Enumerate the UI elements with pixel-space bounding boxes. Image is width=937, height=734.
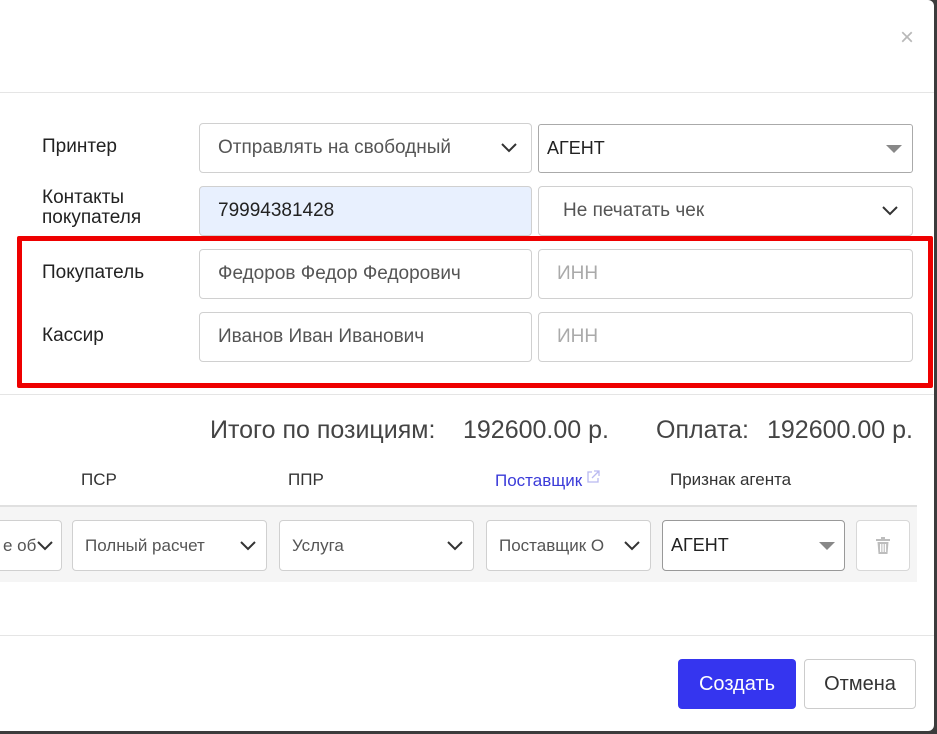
receipt-print-value: Не печатать чек — [563, 200, 705, 221]
dialog: × Принтер Отправлять на свободный АГЕНТ … — [0, 0, 934, 731]
buyer-contacts-input[interactable]: 79994381428 — [199, 186, 532, 236]
footer-divider — [0, 635, 934, 636]
ppr-select[interactable]: Услуга — [279, 520, 474, 571]
chevron-down-icon — [624, 540, 640, 550]
external-link-icon[interactable] — [586, 470, 600, 484]
highlight-box — [17, 236, 933, 388]
caret-down-icon — [886, 144, 902, 153]
chevron-down-icon — [240, 540, 256, 550]
psr-value: Полный расчет — [85, 535, 205, 555]
positions-total-label: Итого по позициям: — [210, 416, 436, 444]
printer-select[interactable]: Отправлять на свободный — [199, 123, 532, 173]
row-cut-select[interactable]: е об — [0, 520, 62, 571]
ppr-value: Услуга — [292, 535, 344, 555]
payment-value: 192600.00 р. — [767, 416, 913, 444]
close-icon[interactable]: × — [893, 24, 921, 52]
row-cut-value: е об — [3, 535, 37, 555]
contacts-label: Контакты покупателя — [42, 188, 141, 228]
agent-select-value: АГЕНТ — [547, 138, 605, 158]
column-header-ppr: ППР — [288, 470, 324, 489]
supplier-value: Поставщик О — [499, 535, 605, 555]
create-button[interactable]: Создать — [678, 659, 796, 709]
payment-label: Оплата: — [656, 416, 749, 444]
agent-sign-select[interactable]: АГЕНТ — [662, 520, 845, 571]
section-divider — [0, 394, 934, 395]
chevron-down-icon — [882, 206, 898, 216]
contacts-label-line2: покупателя — [42, 207, 142, 228]
positions-total-value: 192600.00 р. — [463, 416, 609, 444]
column-header-agent: Признак агента — [670, 470, 792, 489]
supplier-link[interactable]: Поставщик — [495, 471, 582, 490]
agent-select[interactable]: АГЕНТ — [538, 124, 913, 173]
chevron-down-icon — [447, 540, 463, 550]
header-divider — [0, 92, 934, 93]
printer-select-value: Отправлять на свободный — [218, 137, 451, 158]
column-header-psr: ПСР — [81, 470, 117, 489]
psr-select[interactable]: Полный расчет — [72, 520, 267, 571]
receipt-print-select[interactable]: Не печатать чек — [538, 186, 913, 236]
buyer-contacts-value: 79994381428 — [218, 200, 335, 221]
printer-label: Принтер — [42, 136, 117, 157]
chevron-down-icon — [37, 540, 53, 550]
supplier-select[interactable]: Поставщик О — [486, 520, 651, 571]
cancel-button[interactable]: Отмена — [804, 659, 916, 709]
chevron-down-icon — [501, 143, 517, 153]
column-header-supplier[interactable]: Поставщик — [495, 470, 600, 491]
caret-down-icon — [819, 541, 835, 550]
delete-row-button[interactable] — [856, 520, 910, 571]
agent-sign-value: АГЕНТ — [671, 535, 729, 555]
trash-icon — [876, 537, 890, 554]
contacts-label-line1: Контакты — [42, 187, 125, 208]
